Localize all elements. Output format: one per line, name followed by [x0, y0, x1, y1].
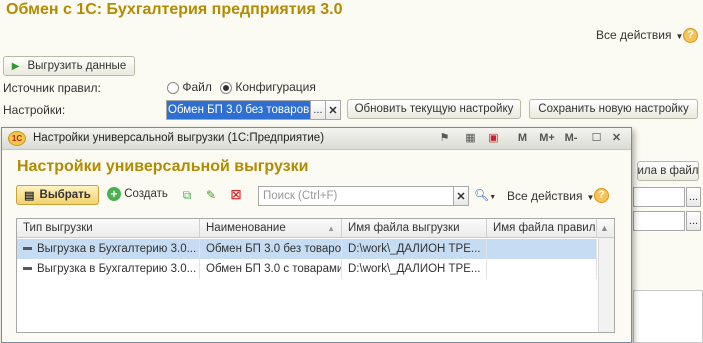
column-header-name-label: Наименование [206, 222, 286, 234]
export-data-button[interactable]: ▶ Выгрузить данные [3, 56, 135, 76]
radio-file-circle[interactable] [167, 81, 179, 94]
radio-configuration-label: Конфигурация [235, 80, 316, 94]
settings-clear-button[interactable]: ✕ [325, 100, 341, 120]
save-new-setting-button[interactable]: Сохранить новую настройку [529, 99, 698, 119]
radio-file[interactable]: Файл [167, 80, 212, 94]
all-actions-label: Все действия [596, 28, 672, 42]
sort-icon: ▲ [327, 224, 335, 233]
search-input[interactable]: Поиск (Ctrl+F) [258, 186, 454, 206]
export-data-label: Выгрузить данные [27, 60, 127, 72]
play-icon: ▶ [11, 60, 20, 72]
row-name-cell: Обмен БП 3.0 с товарами [200, 259, 342, 279]
settings-field[interactable]: Обмен БП 3.0 без товаров [166, 100, 311, 120]
search-icon[interactable]: 🔍︎▼ [474, 188, 496, 202]
dialog-all-actions-menu[interactable]: Все действия ▼ [507, 189, 594, 203]
select-icon: ▤ [24, 189, 35, 202]
column-header-rules-file[interactable]: Имя файла правил [487, 219, 597, 238]
row-rules-cell [487, 239, 597, 259]
background-field-2[interactable] [633, 211, 685, 231]
radio-configuration[interactable]: Конфигурация [220, 80, 316, 94]
add-icon: + [107, 187, 121, 201]
memory-m-plus-button[interactable]: M+ [536, 131, 558, 146]
background-table [633, 290, 703, 343]
table-scrollbar[interactable] [598, 238, 614, 332]
table-row[interactable]: Выгрузка в Бухгалтерию 3.0... Обмен БП 3… [17, 239, 597, 259]
row-type-text: Выгрузка в Бухгалтерию 3.0... [37, 243, 197, 255]
select-button[interactable]: ▤ Выбрать [16, 185, 99, 205]
row-type-text: Выгрузка в Бухгалтерию 3.0... [37, 263, 197, 275]
dialog-window-title: Настройки универсальной выгрузки (1С:Пре… [33, 132, 325, 144]
row-type-cell: Выгрузка в Бухгалтерию 3.0... [17, 239, 200, 259]
settings-value: Обмен БП 3.0 без товаров [167, 101, 310, 119]
help-icon[interactable]: ? [683, 28, 698, 43]
row-name-cell: Обмен БП 3.0 без товаров [200, 239, 342, 259]
row-rules-cell [487, 259, 597, 279]
row-file-cell: D:\work\_ДАЛИОН ТРЕ... [342, 259, 487, 279]
calculator-icon[interactable]: ▦ [463, 131, 478, 146]
column-header-name[interactable]: Наименование ▲ [200, 219, 342, 238]
column-header-type[interactable]: Тип выгрузки [17, 219, 200, 238]
dialog-all-actions-label: Все действия [507, 189, 583, 203]
table-row[interactable]: Выгрузка в Бухгалтерию 3.0... Обмен БП 3… [17, 259, 597, 279]
memory-m-button[interactable]: M [515, 131, 530, 146]
all-actions-menu[interactable]: Все действия ▼ [596, 28, 683, 42]
row-icon [23, 267, 32, 271]
memory-m-minus-button[interactable]: M- [561, 131, 581, 146]
settings-label: Настройки: [3, 103, 66, 117]
dialog-titlebar: 1С Настройки универсальной выгрузки (1С:… [2, 128, 631, 150]
app-logo-icon: 1С [8, 131, 26, 146]
create-button[interactable]: + Создать [107, 187, 168, 201]
column-header-export-file[interactable]: Имя файла выгрузки [342, 219, 487, 238]
row-icon [23, 247, 32, 251]
edit-icon[interactable]: ✎ [202, 186, 220, 204]
radio-configuration-circle[interactable] [220, 81, 232, 94]
row-file-cell: D:\work\_ДАЛИОН ТРЕ... [342, 239, 487, 259]
background-field-2-select[interactable]: ... [686, 211, 701, 231]
save-rules-to-file-button[interactable]: ила в файл [637, 161, 699, 181]
delete-icon[interactable]: ☒ [227, 186, 245, 204]
copy-icon[interactable]: ⧉ [178, 186, 196, 204]
search-clear-button[interactable]: ✕ [453, 186, 469, 206]
table-header: Тип выгрузки Наименование ▲ Имя файла вы… [17, 219, 614, 238]
close-icon[interactable]: ✕ [609, 131, 624, 146]
select-label: Выбрать [39, 189, 91, 201]
radio-file-label: Файл [182, 80, 212, 94]
settings-select-button[interactable]: ... [310, 100, 326, 120]
settings-table: Тип выгрузки Наименование ▲ Имя файла вы… [16, 218, 615, 333]
background-field-1-select[interactable]: ... [686, 187, 701, 207]
row-type-cell: Выгрузка в Бухгалтерию 3.0... [17, 259, 200, 279]
maximize-icon[interactable]: ☐ [589, 131, 604, 146]
scroll-up-icon[interactable]: ▲ [597, 219, 614, 238]
update-setting-button[interactable]: Обновить текущую настройку [347, 99, 521, 119]
background-field-1[interactable] [633, 187, 685, 207]
dialog-help-icon[interactable]: ? [594, 188, 609, 203]
calendar-icon[interactable]: ▣ [486, 131, 501, 146]
create-label: Создать [124, 188, 168, 201]
dialog-heading: Настройки универсальной выгрузки [17, 158, 309, 175]
page-title: Обмен с 1С: Бухгалтерия предприятия 3.0 [6, 1, 343, 18]
rules-source-label: Источник правил: [3, 81, 101, 95]
favorites-icon[interactable]: ⚑ [437, 131, 452, 146]
settings-dialog: 1С Настройки универсальной выгрузки (1С:… [1, 127, 632, 343]
